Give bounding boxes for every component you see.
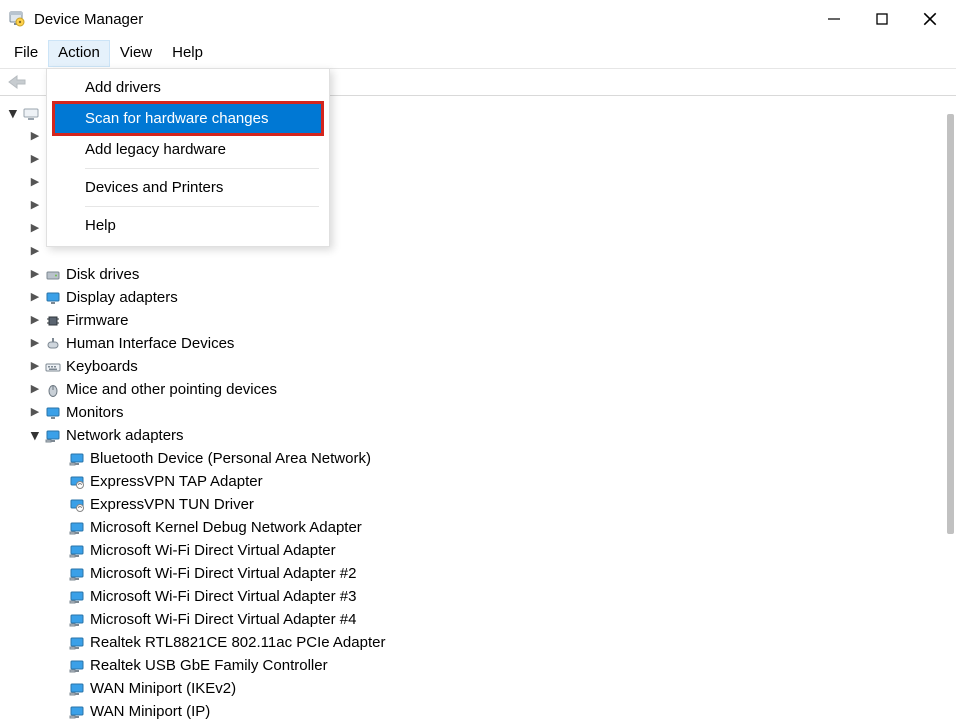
tree-device[interactable]: Microsoft Wi-Fi Direct Virtual Adapter — [52, 539, 956, 562]
tree-category-label: Human Interface Devices — [66, 332, 234, 355]
caret-icon[interactable]: ▶ — [28, 151, 42, 168]
menu-file[interactable]: File — [4, 40, 48, 67]
network-adapter-icon — [68, 657, 86, 675]
network-adapter-icon — [68, 473, 86, 491]
tree-category[interactable]: ▶ Display adapters — [28, 286, 956, 309]
tree-device-label: Microsoft Wi-Fi Direct Virtual Adapter #… — [90, 608, 356, 631]
dropdown-separator — [85, 206, 319, 207]
tree-device-label: Microsoft Wi-Fi Direct Virtual Adapter — [90, 539, 336, 562]
tree-device[interactable]: Microsoft Wi-Fi Direct Virtual Adapter #… — [52, 608, 956, 631]
tree-device-label: ExpressVPN TAP Adapter — [90, 470, 263, 493]
tree-device-label: Realtek RTL8821CE 802.11ac PCIe Adapter — [90, 631, 385, 654]
dd-help[interactable]: Help — [47, 211, 329, 240]
caret-icon[interactable]: ▶ — [28, 128, 42, 145]
window-controls — [824, 9, 940, 29]
tree-category[interactable]: ▶ Disk drives — [28, 263, 956, 286]
menu-action[interactable]: Action — [48, 40, 110, 67]
tree-category[interactable]: ▶ Mice and other pointing devices — [28, 378, 956, 401]
dropdown-separator — [85, 168, 319, 169]
tree-device[interactable]: Microsoft Kernel Debug Network Adapter — [52, 516, 956, 539]
caret-icon[interactable]: ▶ — [4, 107, 21, 121]
caret-icon[interactable]: ▶ — [28, 197, 42, 214]
monitor-icon — [44, 289, 62, 307]
tree-device[interactable]: Bluetooth Device (Personal Area Network) — [52, 447, 956, 470]
tree-device[interactable]: ExpressVPN TAP Adapter — [52, 470, 956, 493]
chip-icon — [44, 312, 62, 330]
caret-icon[interactable]: ▶ — [28, 266, 42, 283]
tree-category[interactable]: ▶ Monitors — [28, 401, 956, 424]
network-adapter-icon — [68, 611, 86, 629]
dd-scan-hardware[interactable]: Scan for hardware changes — [55, 104, 321, 133]
network-adapter-icon — [68, 634, 86, 652]
tree-category-label: Monitors — [66, 401, 124, 424]
tree-category-label: Mice and other pointing devices — [66, 378, 277, 401]
mouse-icon — [44, 381, 62, 399]
kbd-icon — [44, 358, 62, 376]
titlebar: Device Manager — [0, 0, 956, 40]
tree-category-label: Display adapters — [66, 286, 178, 309]
hid-icon — [44, 335, 62, 353]
monitor-icon — [44, 404, 62, 422]
menubar: File Action View Help — [0, 40, 956, 68]
caret-icon[interactable]: ▶ — [28, 381, 42, 398]
tree-device-label: Realtek USB GbE Family Controller — [90, 654, 328, 677]
menu-help[interactable]: Help — [162, 40, 213, 67]
maximize-button[interactable] — [872, 9, 892, 29]
tree-device-label: Microsoft Wi-Fi Direct Virtual Adapter #… — [90, 562, 356, 585]
caret-icon[interactable]: ▶ — [28, 312, 42, 329]
tree-category[interactable]: ▶ Human Interface Devices — [28, 332, 956, 355]
minimize-button[interactable] — [824, 9, 844, 29]
tree-device[interactable]: ExpressVPN TUN Driver — [52, 493, 956, 516]
tree-device[interactable]: WAN Miniport (IP) — [52, 700, 956, 723]
caret-icon[interactable]: ▶ — [28, 358, 42, 375]
caret-icon[interactable]: ▶ — [28, 220, 42, 237]
caret-icon[interactable]: ▶ — [28, 404, 42, 421]
tree-category-label: Keyboards — [66, 355, 138, 378]
tree-device-label: Microsoft Wi-Fi Direct Virtual Adapter #… — [90, 585, 356, 608]
net-icon — [44, 427, 62, 445]
computer-icon — [22, 105, 40, 123]
tree-category[interactable]: ▶ Keyboards — [28, 355, 956, 378]
close-button[interactable] — [920, 9, 940, 29]
app-icon — [8, 10, 26, 28]
tree-device[interactable]: WAN Miniport (IKEv2) — [52, 677, 956, 700]
network-adapter-icon — [68, 680, 86, 698]
dd-add-legacy[interactable]: Add legacy hardware — [47, 135, 329, 164]
network-adapter-icon — [68, 542, 86, 560]
back-icon[interactable] — [6, 71, 28, 93]
network-adapter-icon — [68, 703, 86, 721]
tree-device-label: Bluetooth Device (Personal Area Network) — [90, 447, 371, 470]
network-adapter-icon — [68, 496, 86, 514]
tree-device-label: WAN Miniport (IP) — [90, 700, 210, 723]
caret-icon[interactable]: ▶ — [28, 174, 42, 191]
caret-icon[interactable]: ▶ — [28, 289, 42, 306]
tree-device-label: WAN Miniport (IKEv2) — [90, 677, 236, 700]
network-adapter-icon — [68, 588, 86, 606]
window-title: Device Manager — [34, 11, 143, 28]
caret-icon[interactable]: ▶ — [26, 429, 43, 443]
network-adapter-icon — [68, 565, 86, 583]
tree-device[interactable]: Microsoft Wi-Fi Direct Virtual Adapter #… — [52, 585, 956, 608]
tree-device[interactable]: Realtek RTL8821CE 802.11ac PCIe Adapter — [52, 631, 956, 654]
tree-category-label: Network adapters — [66, 424, 184, 447]
tree-device-label: Microsoft Kernel Debug Network Adapter — [90, 516, 362, 539]
dd-add-drivers[interactable]: Add drivers — [47, 73, 329, 102]
vertical-scrollbar[interactable] — [944, 96, 956, 678]
tree-category-label: Disk drives — [66, 263, 139, 286]
tree-category-label: Firmware — [66, 309, 129, 332]
tree-device[interactable]: Microsoft Wi-Fi Direct Virtual Adapter #… — [52, 562, 956, 585]
caret-icon[interactable]: ▶ — [28, 335, 42, 352]
network-adapter-icon — [68, 519, 86, 537]
tree-device[interactable]: Realtek USB GbE Family Controller — [52, 654, 956, 677]
tree-category[interactable]: ▶ Network adapters — [28, 424, 956, 447]
caret-icon[interactable]: ▶ — [28, 243, 42, 260]
tree-category[interactable]: ▶ Firmware — [28, 309, 956, 332]
menu-view[interactable]: View — [110, 40, 162, 67]
action-dropdown: Add drivers Scan for hardware changes Ad… — [46, 68, 330, 247]
tree-device-label: ExpressVPN TUN Driver — [90, 493, 254, 516]
scrollbar-thumb[interactable] — [947, 114, 954, 534]
network-adapter-icon — [68, 450, 86, 468]
disk-icon — [44, 266, 62, 284]
dd-devices-printers[interactable]: Devices and Printers — [47, 173, 329, 202]
